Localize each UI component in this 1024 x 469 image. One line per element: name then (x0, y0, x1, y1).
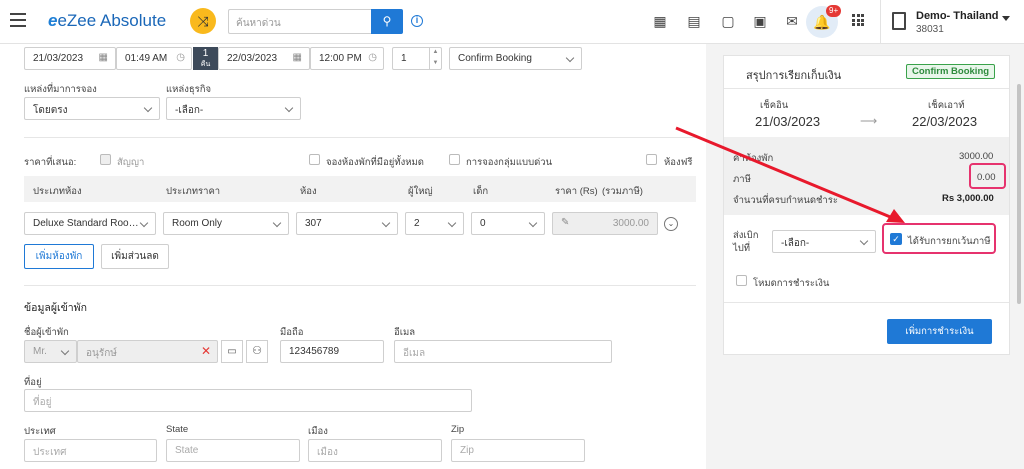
annotation-arrow (675, 126, 905, 223)
